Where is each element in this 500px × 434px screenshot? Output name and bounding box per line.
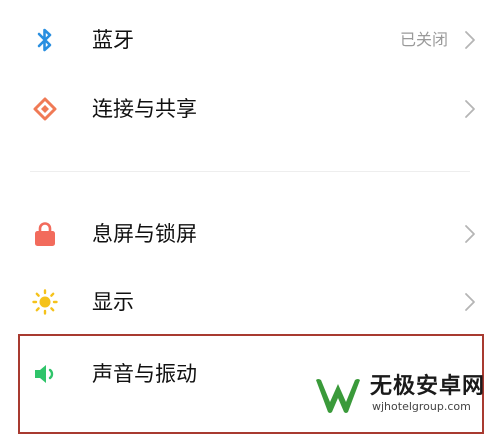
- settings-item-label: 显示: [92, 290, 134, 314]
- lock-icon: [32, 221, 58, 247]
- connection-share-icon: [32, 96, 58, 122]
- settings-item-label: 蓝牙: [92, 28, 134, 52]
- sun-icon: [32, 289, 58, 315]
- watermark-site-name: 无极安卓网: [370, 374, 486, 399]
- watermark-site-url: wjhotelgroup.com: [372, 400, 471, 413]
- chevron-right-icon: [464, 292, 476, 312]
- section-divider: [30, 171, 470, 172]
- chevron-right-icon: [464, 224, 476, 244]
- chevron-right-icon: [464, 30, 476, 50]
- bluetooth-status-value: 已关闭: [399, 30, 448, 49]
- settings-item-display[interactable]: 显示: [0, 270, 500, 334]
- settings-item-label: 息屏与锁屏: [92, 222, 197, 246]
- settings-item-lockscreen[interactable]: 息屏与锁屏: [0, 202, 500, 266]
- settings-item-bluetooth[interactable]: 蓝牙 已关闭: [0, 8, 500, 72]
- bluetooth-icon: [32, 27, 58, 53]
- settings-item-label: 连接与共享: [92, 97, 197, 121]
- watermark-logo-icon: [312, 372, 364, 416]
- chevron-right-icon: [464, 99, 476, 119]
- watermark: 无极安卓网 wjhotelgroup.com: [312, 372, 500, 418]
- settings-item-connection-sharing[interactable]: 连接与共享: [0, 77, 500, 141]
